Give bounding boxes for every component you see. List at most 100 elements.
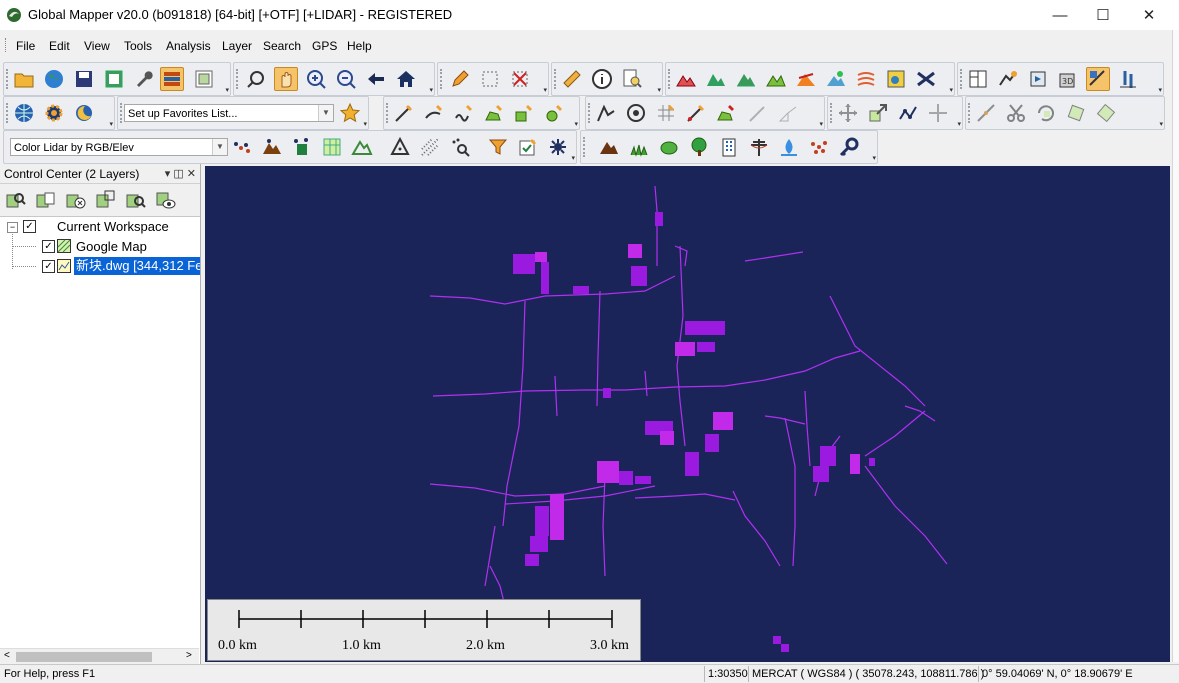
horizontal-scrollbar[interactable]: < >	[0, 648, 199, 665]
workspace-icon[interactable]	[102, 67, 126, 91]
scale-feature-icon[interactable]	[866, 101, 890, 125]
cross-section-icon[interactable]	[1086, 67, 1110, 91]
lidar-color-dropdown[interactable]: Color Lidar by RGB/Elev ▼	[10, 138, 228, 156]
disabled-move-vertex-icon[interactable]	[926, 101, 950, 125]
maximize-button[interactable]: ☐	[1080, 0, 1126, 30]
disabled-node-icon[interactable]	[776, 101, 800, 125]
menu-search[interactable]: Search	[263, 39, 301, 53]
lidar-ground-icon[interactable]	[260, 135, 284, 159]
layer-name-google-map[interactable]: Google Map	[76, 239, 147, 254]
favorite-star-icon[interactable]	[338, 101, 362, 125]
move-icon[interactable]	[836, 101, 860, 125]
lidar-noise-icon[interactable]	[546, 135, 570, 159]
map-view[interactable]: 0.0 km 1.0 km 2.0 km 3.0 km	[205, 166, 1170, 662]
close-button[interactable]: ✕	[1126, 0, 1172, 30]
menu-analysis[interactable]: Analysis	[166, 39, 211, 53]
layer-metadata-icon[interactable]	[94, 188, 118, 212]
chevron-down-icon[interactable]: ▼	[318, 105, 333, 121]
elevation-icon[interactable]	[704, 67, 728, 91]
menu-edit[interactable]: Edit	[49, 39, 70, 53]
open-folder-icon[interactable]	[12, 67, 36, 91]
lidar-search-icon[interactable]	[448, 135, 472, 159]
toolbar-overflow[interactable]: ▾	[1158, 86, 1162, 94]
class-med-veg-icon[interactable]	[657, 135, 681, 159]
3d-icon[interactable]: 3D	[1056, 67, 1080, 91]
create-circle-icon[interactable]	[542, 101, 566, 125]
menu-file[interactable]: File	[16, 39, 35, 53]
lidar-grid-icon[interactable]	[320, 135, 344, 159]
connect-vertices-icon[interactable]	[896, 101, 920, 125]
workspace-label[interactable]: Current Workspace	[57, 219, 169, 234]
pencil-icon[interactable]	[448, 67, 472, 91]
disabled-line-icon[interactable]	[746, 101, 770, 125]
zoom-in-icon[interactable]	[304, 67, 328, 91]
menu-layer[interactable]: Layer	[222, 39, 252, 53]
control-center-icon[interactable]	[160, 67, 184, 91]
3d-view-window-icon[interactable]	[1026, 67, 1050, 91]
toolbar-overflow[interactable]: ▾	[225, 86, 229, 94]
pan-hand-icon[interactable]	[274, 67, 298, 91]
lidar-mountain-icon[interactable]	[350, 135, 374, 159]
chevron-down-icon[interactable]: ▼	[212, 139, 227, 155]
globe-icon[interactable]	[42, 67, 66, 91]
create-area-icon[interactable]	[482, 101, 506, 125]
toolbar-overflow[interactable]: ▾	[1159, 120, 1163, 128]
night-mode-icon[interactable]	[72, 101, 96, 125]
volume-icon[interactable]	[764, 67, 788, 91]
lidar-classify-icon[interactable]	[230, 135, 254, 159]
snap-target-icon[interactable]	[624, 101, 648, 125]
lidar-building-icon[interactable]	[290, 135, 314, 159]
layer-options-icon[interactable]	[34, 188, 58, 212]
toolbar-overflow[interactable]: ▾	[949, 86, 953, 94]
online-globe-icon[interactable]	[12, 101, 36, 125]
layer-zoom-icon[interactable]	[4, 188, 28, 212]
split-line-icon[interactable]	[974, 101, 998, 125]
grid-pencil-icon[interactable]	[654, 101, 678, 125]
home-icon[interactable]	[394, 67, 418, 91]
overview-map-icon[interactable]	[192, 67, 216, 91]
class-ground-icon[interactable]	[597, 135, 621, 159]
favorites-dropdown[interactable]: Set up Favorites List... ▼	[124, 104, 334, 122]
terrain-profile-icon[interactable]	[674, 67, 698, 91]
area-edit-icon[interactable]	[714, 101, 738, 125]
scroll-right-icon[interactable]: >	[186, 650, 192, 661]
digitizer-select-icon[interactable]	[594, 101, 618, 125]
toolbar-overflow[interactable]: ▾	[543, 86, 547, 94]
contour-icon[interactable]	[854, 67, 878, 91]
vertex-edit-icon[interactable]	[684, 101, 708, 125]
measure-ruler-icon[interactable]	[560, 67, 584, 91]
menu-tools[interactable]: Tools	[124, 39, 152, 53]
split-view-icon[interactable]	[966, 67, 990, 91]
edit-checklist-icon[interactable]	[516, 135, 540, 159]
delete-x-icon[interactable]	[508, 67, 532, 91]
info-icon[interactable]	[590, 67, 614, 91]
zoom-out-icon[interactable]	[334, 67, 358, 91]
toolbar-overflow[interactable]: ▾	[429, 86, 433, 94]
view-shed-icon[interactable]	[794, 67, 818, 91]
scroll-left-icon[interactable]: <	[4, 650, 10, 661]
class-high-veg-tree-icon[interactable]	[687, 135, 711, 159]
toolbar-overflow[interactable]: ▾	[363, 120, 367, 128]
gps-plane-icon[interactable]	[914, 67, 938, 91]
menu-view[interactable]: View	[84, 39, 110, 53]
point-cloud-grid-icon[interactable]	[418, 135, 442, 159]
menu-help[interactable]: Help	[347, 39, 372, 53]
watershed-icon[interactable]	[824, 67, 848, 91]
create-rect-area-icon[interactable]	[512, 101, 536, 125]
class-water-icon[interactable]	[777, 135, 801, 159]
cut-icon[interactable]	[1004, 101, 1028, 125]
panel-window-controls[interactable]: ▾ ◫ ✕	[165, 164, 196, 184]
mountain-icon[interactable]	[734, 67, 758, 91]
back-arrow-icon[interactable]	[364, 67, 388, 91]
toolbar-overflow[interactable]: ▾	[109, 120, 113, 128]
toolbar-overflow[interactable]: ▾	[571, 154, 575, 162]
class-noise-icon[interactable]	[807, 135, 831, 159]
raster-calculator-icon[interactable]	[884, 67, 908, 91]
transform-area-icon[interactable]	[1094, 101, 1118, 125]
toolbar-overflow[interactable]: ▾	[819, 120, 823, 128]
class-powerline-icon[interactable]	[747, 135, 771, 159]
toolbar-overflow[interactable]: ▾	[957, 120, 961, 128]
select-rect-icon[interactable]	[478, 67, 502, 91]
menu-gps[interactable]: GPS	[312, 39, 337, 53]
rotate-area-icon[interactable]	[1064, 101, 1088, 125]
